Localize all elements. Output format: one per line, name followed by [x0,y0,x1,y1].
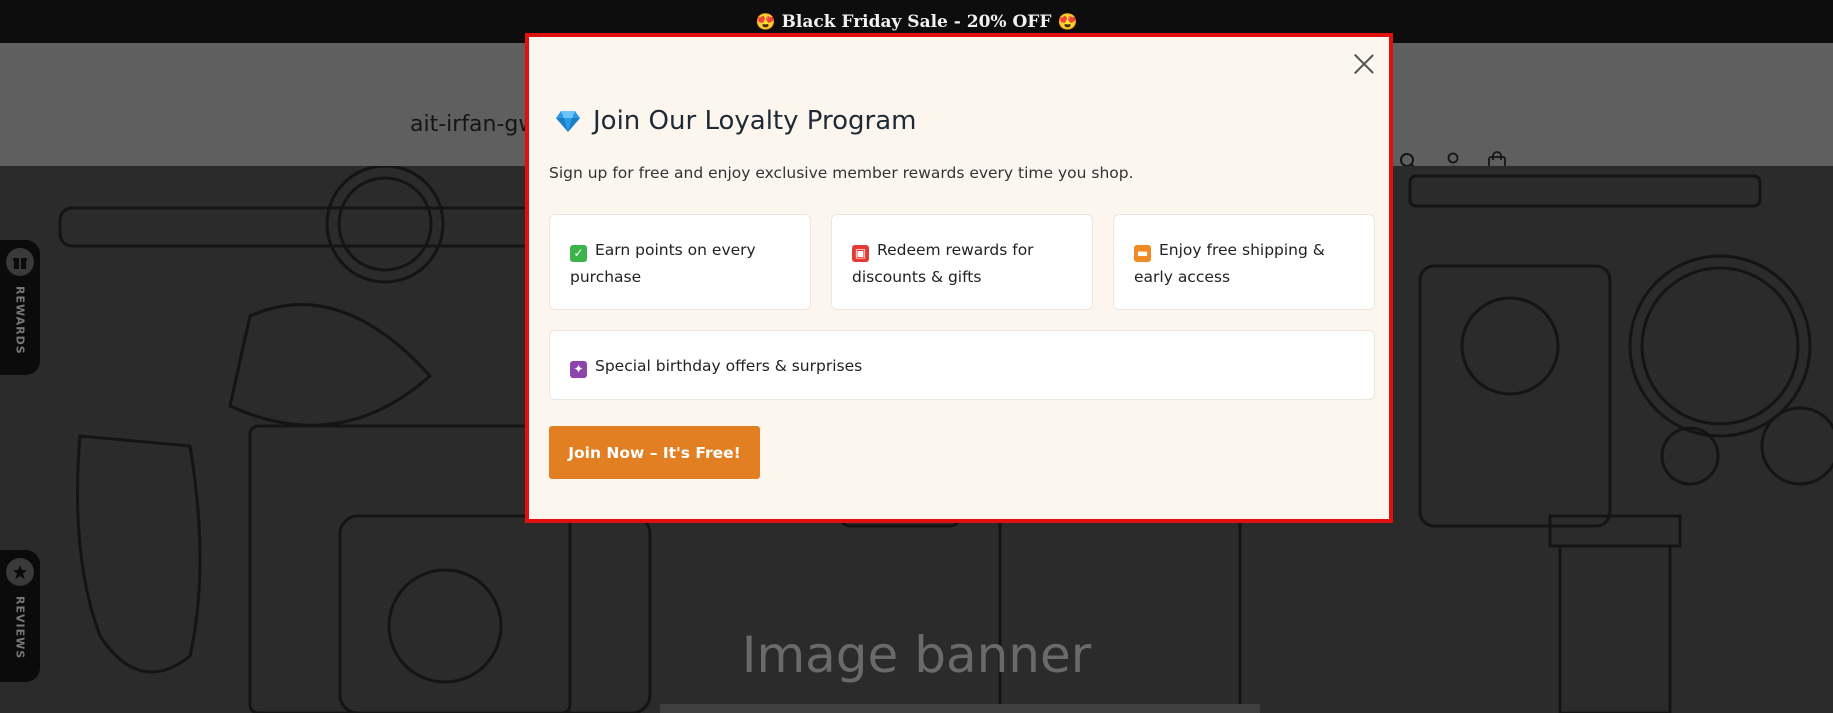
benefit-text-line2: purchase [570,268,642,286]
rewards-side-tab[interactable]: REWARDS [0,240,40,375]
modal-title: Join Our Loyalty Program [555,106,916,136]
banner-subtitle-placeholder [660,704,1260,713]
banner-title: Image banner [741,626,1092,684]
benefit-card-birthday: ✦ Special birthday offers & surprises [549,330,1375,400]
rewards-tab-label: REWARDS [13,286,27,355]
modal-subtitle: Sign up for free and enjoy exclusive mem… [549,164,1134,182]
benefit-text-line2: discounts & gifts [852,268,982,286]
heart-eyes-icon: 😍 [1057,12,1078,31]
modal-title-text: Join Our Loyalty Program [593,106,917,136]
close-icon[interactable] [1353,53,1375,75]
gift-icon: ▣ [852,245,869,262]
store-logo-link[interactable]: ait-irfan-gw [410,112,536,137]
heart-eyes-icon: 😍 [755,12,776,31]
reviews-side-tab[interactable]: REVIEWS [0,550,40,682]
gem-icon [555,109,581,133]
benefit-text-line1: Enjoy free shipping & [1159,241,1325,259]
announcement-text: Black Friday Sale - 20% OFF [781,11,1052,32]
benefit-text-line1: Redeem rewards for [877,241,1034,259]
check-icon: ✓ [570,245,587,262]
benefit-card-redeem: ▣ Redeem rewards for discounts & gifts [831,214,1093,310]
reviews-tab-label: REVIEWS [13,596,27,660]
star-icon [6,558,34,586]
gift-icon [6,248,34,276]
loyalty-modal: Join Our Loyalty Program Sign up for fre… [525,33,1393,523]
benefit-card-shipping: ▬ Enjoy free shipping & early access [1113,214,1375,310]
join-now-button[interactable]: Join Now – It's Free! [549,426,760,479]
benefit-card-points: ✓ Earn points on every purchase [549,214,811,310]
party-icon: ✦ [570,361,587,378]
benefit-text-line2: early access [1134,268,1231,286]
truck-icon: ▬ [1134,245,1151,262]
benefit-text-line1: Earn points on every [595,241,756,259]
benefit-text-line1: Special birthday offers & surprises [595,357,863,375]
